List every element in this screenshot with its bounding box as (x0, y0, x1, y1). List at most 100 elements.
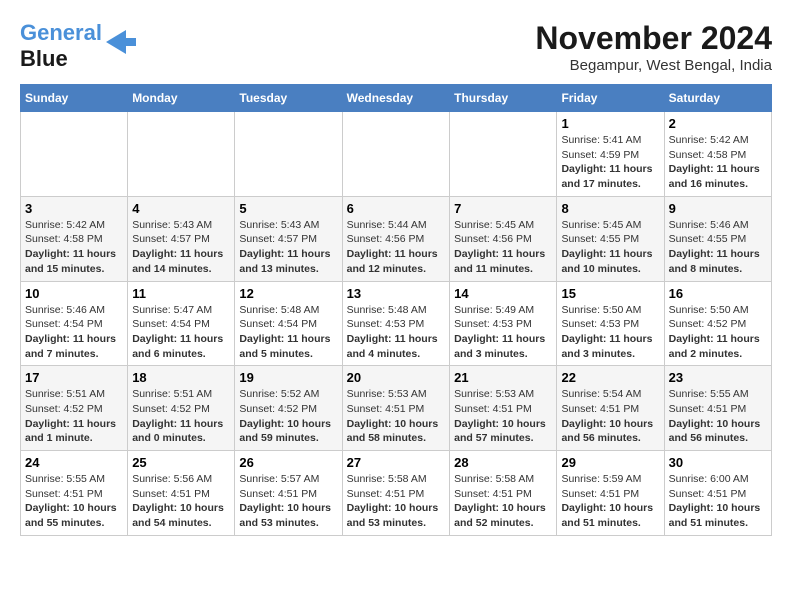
weekday-header: Wednesday (342, 85, 450, 112)
day-number: 27 (347, 455, 446, 470)
calendar-cell (21, 112, 128, 197)
day-number: 8 (561, 201, 659, 216)
calendar-cell: 21 Sunrise: 5:53 AMSunset: 4:51 PMDayligh… (450, 366, 557, 451)
calendar-week-row: 3Sunrise: 5:42 AMSunset: 4:58 PMDaylight… (21, 196, 772, 281)
calendar-cell: 19Sunrise: 5:52 AMSunset: 4:52 PMDayligh… (235, 366, 342, 451)
day-info: Sunrise: 5:46 AMSunset: 4:55 PMDaylight:… (669, 218, 767, 277)
day-number: 2 (669, 116, 767, 131)
weekday-header: Saturday (664, 85, 771, 112)
day-number: 6 (347, 201, 446, 216)
day-info: Sunrise: 5:51 AMSunset: 4:52 PMDaylight:… (25, 387, 123, 446)
day-info: Sunrise: 5:53 AMSunset: 4:51 PMDaylight:… (454, 387, 552, 446)
calendar-cell: 15Sunrise: 5:50 AMSunset: 4:53 PMDayligh… (557, 281, 664, 366)
day-number: 29 (561, 455, 659, 470)
day-number: 22 (561, 370, 659, 385)
calendar-cell: 2 Sunrise: 5:42 AMSunset: 4:58 PMDaylight… (664, 112, 771, 197)
day-number: 25 (132, 455, 230, 470)
weekday-header-row: SundayMondayTuesdayWednesdayThursdayFrid… (21, 85, 772, 112)
location: Begampur, West Bengal, India (535, 57, 772, 74)
title-block: November 2024 Begampur, West Bengal, Ind… (535, 20, 772, 74)
day-number: 19 (239, 370, 337, 385)
calendar-week-row: 17 Sunrise: 5:51 AMSunset: 4:52 PMDayligh… (21, 366, 772, 451)
calendar-cell: 25 Sunrise: 5:56 AMSunset: 4:51 PMDayligh… (128, 451, 235, 536)
day-number: 3 (25, 201, 123, 216)
day-number: 24 (25, 455, 123, 470)
weekday-header: Thursday (450, 85, 557, 112)
day-number: 28 (454, 455, 552, 470)
day-number: 7 (454, 201, 552, 216)
day-number: 21 (454, 370, 552, 385)
calendar-cell: 30 Sunrise: 6:00 AMSunset: 4:51 PMDayligh… (664, 451, 771, 536)
logo-icon (106, 30, 136, 54)
day-info: Sunrise: 5:43 AMSunset: 4:57 PMDaylight:… (239, 218, 337, 277)
calendar-cell: 12 Sunrise: 5:48 AMSunset: 4:54 PMDayligh… (235, 281, 342, 366)
day-info: Sunrise: 5:47 AMSunset: 4:54 PMDaylight:… (132, 303, 230, 362)
weekday-header: Sunday (21, 85, 128, 112)
day-number: 5 (239, 201, 337, 216)
day-info: Sunrise: 5:59 AMSunset: 4:51 PMDaylight:… (561, 472, 659, 531)
calendar-cell: 9Sunrise: 5:46 AMSunset: 4:55 PMDaylight… (664, 196, 771, 281)
day-number: 12 (239, 286, 337, 301)
calendar-cell (235, 112, 342, 197)
day-number: 14 (454, 286, 552, 301)
calendar-cell: 26 Sunrise: 5:57 AMSunset: 4:51 PMDayligh… (235, 451, 342, 536)
calendar-cell: 28Sunrise: 5:58 AMSunset: 4:51 PMDayligh… (450, 451, 557, 536)
calendar-week-row: 1 Sunrise: 5:41 AMSunset: 4:59 PMDaylight… (21, 112, 772, 197)
day-number: 13 (347, 286, 446, 301)
day-info: Sunrise: 5:44 AMSunset: 4:56 PMDaylight:… (347, 218, 446, 277)
day-number: 10 (25, 286, 123, 301)
calendar-cell: 8 Sunrise: 5:45 AMSunset: 4:55 PMDaylight… (557, 196, 664, 281)
day-info: Sunrise: 6:00 AMSunset: 4:51 PMDaylight:… (669, 472, 767, 531)
calendar-cell: 27 Sunrise: 5:58 AMSunset: 4:51 PMDayligh… (342, 451, 450, 536)
day-info: Sunrise: 5:49 AMSunset: 4:53 PMDaylight:… (454, 303, 552, 362)
weekday-header: Monday (128, 85, 235, 112)
calendar-cell: 13Sunrise: 5:48 AMSunset: 4:53 PMDayligh… (342, 281, 450, 366)
day-info: Sunrise: 5:46 AMSunset: 4:54 PMDaylight:… (25, 303, 123, 362)
calendar-cell: 20Sunrise: 5:53 AMSunset: 4:51 PMDayligh… (342, 366, 450, 451)
day-info: Sunrise: 5:43 AMSunset: 4:57 PMDaylight:… (132, 218, 230, 277)
logo: GeneralBlue (20, 20, 136, 72)
day-number: 1 (561, 116, 659, 131)
day-number: 20 (347, 370, 446, 385)
day-info: Sunrise: 5:58 AMSunset: 4:51 PMDaylight:… (347, 472, 446, 531)
day-info: Sunrise: 5:50 AMSunset: 4:53 PMDaylight:… (561, 303, 659, 362)
day-info: Sunrise: 5:54 AMSunset: 4:51 PMDaylight:… (561, 387, 659, 446)
calendar-cell: 6 Sunrise: 5:44 AMSunset: 4:56 PMDaylight… (342, 196, 450, 281)
calendar-cell: 11 Sunrise: 5:47 AMSunset: 4:54 PMDayligh… (128, 281, 235, 366)
calendar-cell: 17 Sunrise: 5:51 AMSunset: 4:52 PMDayligh… (21, 366, 128, 451)
day-number: 30 (669, 455, 767, 470)
calendar-week-row: 10 Sunrise: 5:46 AMSunset: 4:54 PMDayligh… (21, 281, 772, 366)
day-info: Sunrise: 5:48 AMSunset: 4:54 PMDaylight:… (239, 303, 337, 362)
calendar-cell: 5 Sunrise: 5:43 AMSunset: 4:57 PMDaylight… (235, 196, 342, 281)
calendar-cell: 18 Sunrise: 5:51 AMSunset: 4:52 PMDayligh… (128, 366, 235, 451)
day-info: Sunrise: 5:41 AMSunset: 4:59 PMDaylight:… (561, 133, 659, 192)
calendar-cell: 3Sunrise: 5:42 AMSunset: 4:58 PMDaylight… (21, 196, 128, 281)
day-info: Sunrise: 5:56 AMSunset: 4:51 PMDaylight:… (132, 472, 230, 531)
day-info: Sunrise: 5:57 AMSunset: 4:51 PMDaylight:… (239, 472, 337, 531)
calendar-cell: 4 Sunrise: 5:43 AMSunset: 4:57 PMDaylight… (128, 196, 235, 281)
day-info: Sunrise: 5:42 AMSunset: 4:58 PMDaylight:… (669, 133, 767, 192)
calendar-cell: 22 Sunrise: 5:54 AMSunset: 4:51 PMDayligh… (557, 366, 664, 451)
calendar-cell (450, 112, 557, 197)
calendar-table: SundayMondayTuesdayWednesdayThursdayFrid… (20, 84, 772, 536)
day-info: Sunrise: 5:50 AMSunset: 4:52 PMDaylight:… (669, 303, 767, 362)
day-number: 17 (25, 370, 123, 385)
calendar-cell: 29 Sunrise: 5:59 AMSunset: 4:51 PMDayligh… (557, 451, 664, 536)
weekday-header: Tuesday (235, 85, 342, 112)
day-number: 11 (132, 286, 230, 301)
day-info: Sunrise: 5:55 AMSunset: 4:51 PMDaylight:… (25, 472, 123, 531)
day-info: Sunrise: 5:55 AMSunset: 4:51 PMDaylight:… (669, 387, 767, 446)
day-number: 16 (669, 286, 767, 301)
day-number: 18 (132, 370, 230, 385)
day-info: Sunrise: 5:51 AMSunset: 4:52 PMDaylight:… (132, 387, 230, 446)
day-number: 26 (239, 455, 337, 470)
calendar-cell: 16 Sunrise: 5:50 AMSunset: 4:52 PMDayligh… (664, 281, 771, 366)
calendar-cell: 10 Sunrise: 5:46 AMSunset: 4:54 PMDayligh… (21, 281, 128, 366)
page-header: GeneralBlue November 2024 Begampur, West… (20, 20, 772, 74)
calendar-week-row: 24 Sunrise: 5:55 AMSunset: 4:51 PMDayligh… (21, 451, 772, 536)
day-info: Sunrise: 5:45 AMSunset: 4:56 PMDaylight:… (454, 218, 552, 277)
day-number: 4 (132, 201, 230, 216)
calendar-cell: 14 Sunrise: 5:49 AMSunset: 4:53 PMDayligh… (450, 281, 557, 366)
day-info: Sunrise: 5:45 AMSunset: 4:55 PMDaylight:… (561, 218, 659, 277)
calendar-cell: 23Sunrise: 5:55 AMSunset: 4:51 PMDayligh… (664, 366, 771, 451)
